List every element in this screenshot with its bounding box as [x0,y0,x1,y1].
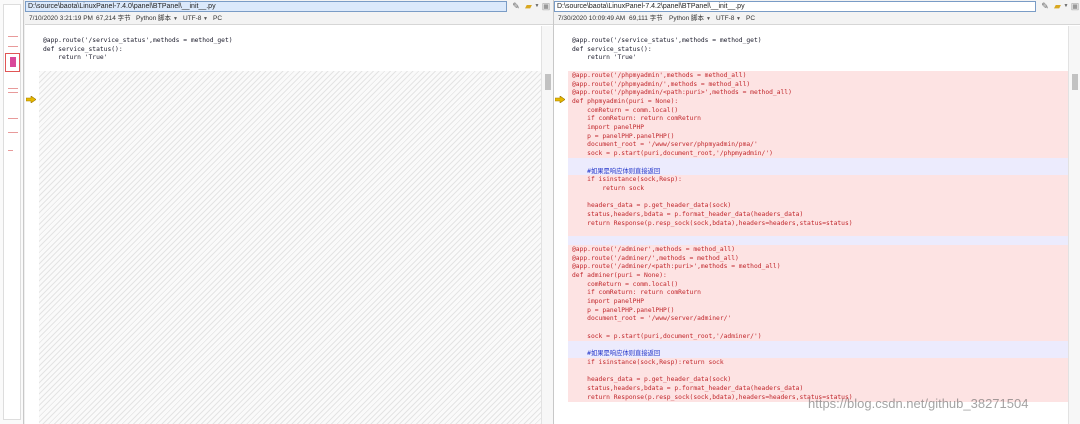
diff-arrow-icon[interactable] [555,96,565,103]
edit-icon[interactable]: ✎ [1040,1,1050,12]
code-line[interactable] [568,62,1068,71]
left-filesize: 67,214 字节 [96,15,131,22]
code-line[interactable] [568,340,1068,350]
left-code-view[interactable]: @app.route('/service_status',methods = m… [39,26,541,424]
code-line[interactable] [568,323,1068,333]
code-line[interactable]: if isinstance(sock,Resp): [568,175,1068,185]
right-path-field[interactable]: D:\source\baota\LinuxPanel-7.4.2\panel\B… [554,1,1036,12]
code-line[interactable]: document_root = '/www/server/phpmyadmin/… [568,140,1068,150]
code-line[interactable]: @app.route('/phpmyadmin',methods = metho… [568,70,1068,80]
diff-arrow-icon[interactable] [26,96,36,103]
save-icon[interactable]: ▣ [541,1,551,12]
diff-overview-map[interactable] [0,0,24,424]
folder-open-icon[interactable]: ▰ [523,1,534,12]
chevron-down-icon[interactable]: ▼ [203,13,208,25]
save-icon[interactable]: ▣ [1070,1,1080,12]
left-filetype[interactable]: Python 脚本 [136,13,171,25]
right-lineending[interactable]: PC [746,13,755,25]
left-scrollbar[interactable] [541,26,553,424]
overview-change-mark [8,118,18,119]
chevron-down-icon[interactable]: ▼ [534,1,540,12]
right-code-view[interactable]: @app.route('/service_status',methods = m… [568,26,1068,424]
chevron-down-icon[interactable]: ▼ [706,13,711,25]
overview-change-mark [8,92,18,93]
right-filetype[interactable]: Python 脚本 [669,13,704,25]
code-line[interactable]: sock = p.start(puri,document_root,'/phpm… [568,149,1068,159]
right-path-toolbar: D:\source\baota\LinuxPanel-7.4.2\panel\B… [554,0,1080,13]
code-line[interactable]: @app.route('/adminer/',methods = method_… [568,253,1068,263]
code-line[interactable] [568,366,1068,376]
overview-change-mark [8,36,18,37]
code-line[interactable]: @app.route('/service_status',methods = m… [568,36,1068,45]
code-line[interactable]: @app.route('/phpmyadmin/',methods = meth… [568,79,1068,89]
code-line[interactable]: if isinstance(sock,Resp):return sock [568,357,1068,367]
left-encoding[interactable]: UTF-8 [183,13,201,25]
code-line[interactable]: status,headers,bdata = p.format_header_d… [568,384,1068,393]
folder-open-icon[interactable]: ▰ [1052,1,1063,12]
code-line[interactable]: @app.route('/service_status',methods = m… [39,36,541,45]
code-line[interactable]: return 'True' [568,53,1068,62]
code-line[interactable]: def adminer(puri = None): [568,270,1068,280]
overview-change-mark [8,88,18,89]
diff-window: D:\source\baota\LinuxPanel-7.4.0\panel\B… [0,0,1080,424]
code-line[interactable]: headers_data = p.get_header_data(sock) [568,375,1068,385]
left-path-field[interactable]: D:\source\baota\LinuxPanel-7.4.0\panel\B… [25,1,507,12]
scrollbar-thumb[interactable] [1072,74,1078,90]
right-timestamp: 7/30/2020 10:09:49 AM [558,15,626,22]
code-line[interactable] [568,227,1068,237]
left-path-toolbar: D:\source\baota\LinuxPanel-7.4.0\panel\B… [25,0,553,13]
code-line[interactable]: #如果是响应体则直接返回 [568,349,1068,359]
code-line[interactable]: headers_data = p.get_header_data(sock) [568,201,1068,211]
left-pane: D:\source\baota\LinuxPanel-7.4.0\panel\B… [25,0,553,424]
code-line[interactable]: comReturn = comm.local() [568,279,1068,289]
right-file-info: 7/30/2020 10:09:49 AM 69,111 字节 Python 脚… [554,13,1080,25]
code-line[interactable] [568,192,1068,202]
code-line[interactable] [568,236,1068,246]
code-line[interactable]: return 'True' [39,53,541,62]
right-pane: D:\source\baota\LinuxPanel-7.4.2\panel\B… [553,0,1080,424]
left-timestamp: 7/10/2020 3:21:19 PM [29,15,93,22]
right-scrollbar[interactable] [1068,26,1080,424]
right-filesize: 69,111 字节 [629,15,663,22]
scrollbar-thumb[interactable] [545,74,551,90]
code-line[interactable]: return Response(p.resp_sock(sock,bdata),… [568,218,1068,228]
code-line[interactable]: p = panelPHP.panelPHP() [568,305,1068,315]
code-line[interactable]: if comReturn: return comReturn [568,288,1068,298]
left-lineending[interactable]: PC [213,13,222,25]
code-line[interactable] [568,157,1068,167]
code-line[interactable]: @app.route('/adminer',methods = method_a… [568,244,1068,254]
code-line[interactable]: status,headers,bdata = p.format_header_d… [568,210,1068,219]
right-encoding[interactable]: UTF-8 [716,13,734,25]
code-line[interactable]: def service_status(): [39,45,541,54]
overview-change-mark [8,150,13,151]
left-gutter [25,26,39,424]
edit-icon[interactable]: ✎ [511,1,521,12]
code-line[interactable]: sock = p.start(puri,document_root,'/admi… [568,331,1068,341]
code-line[interactable]: p = panelPHP.panelPHP() [568,131,1068,141]
code-line[interactable]: document_root = '/www/server/adminer/' [568,314,1068,324]
code-line[interactable]: #如果是响应体则直接返回 [568,166,1068,176]
code-line[interactable]: def phpmyadmin(puri = None): [568,96,1068,106]
code-line[interactable]: @app.route('/adminer/<path:puri>',method… [568,262,1068,272]
code-line[interactable]: if comReturn: return comReturn [568,114,1068,124]
chevron-down-icon[interactable]: ▼ [173,13,178,25]
chevron-down-icon[interactable]: ▼ [736,13,741,25]
code-line[interactable]: comReturn = comm.local() [568,105,1068,115]
code-line[interactable]: def service_status(): [568,45,1068,54]
code-line[interactable]: return sock [568,183,1068,193]
right-gutter [554,26,568,424]
overview-change-mark [8,46,18,47]
left-file-info: 7/10/2020 3:21:19 PM 67,214 字节 Python 脚本… [25,13,553,25]
code-line[interactable]: import panelPHP [568,297,1068,306]
overview-viewport[interactable] [5,53,20,72]
code-line[interactable]: import panelPHP [568,123,1068,132]
chevron-down-icon[interactable]: ▼ [1063,1,1069,12]
code-line[interactable]: @app.route('/phpmyadmin/<path:puri>',met… [568,88,1068,98]
overview-change-mark [8,132,18,133]
watermark: https://blog.csdn.net/github_38271504 [808,396,1029,411]
